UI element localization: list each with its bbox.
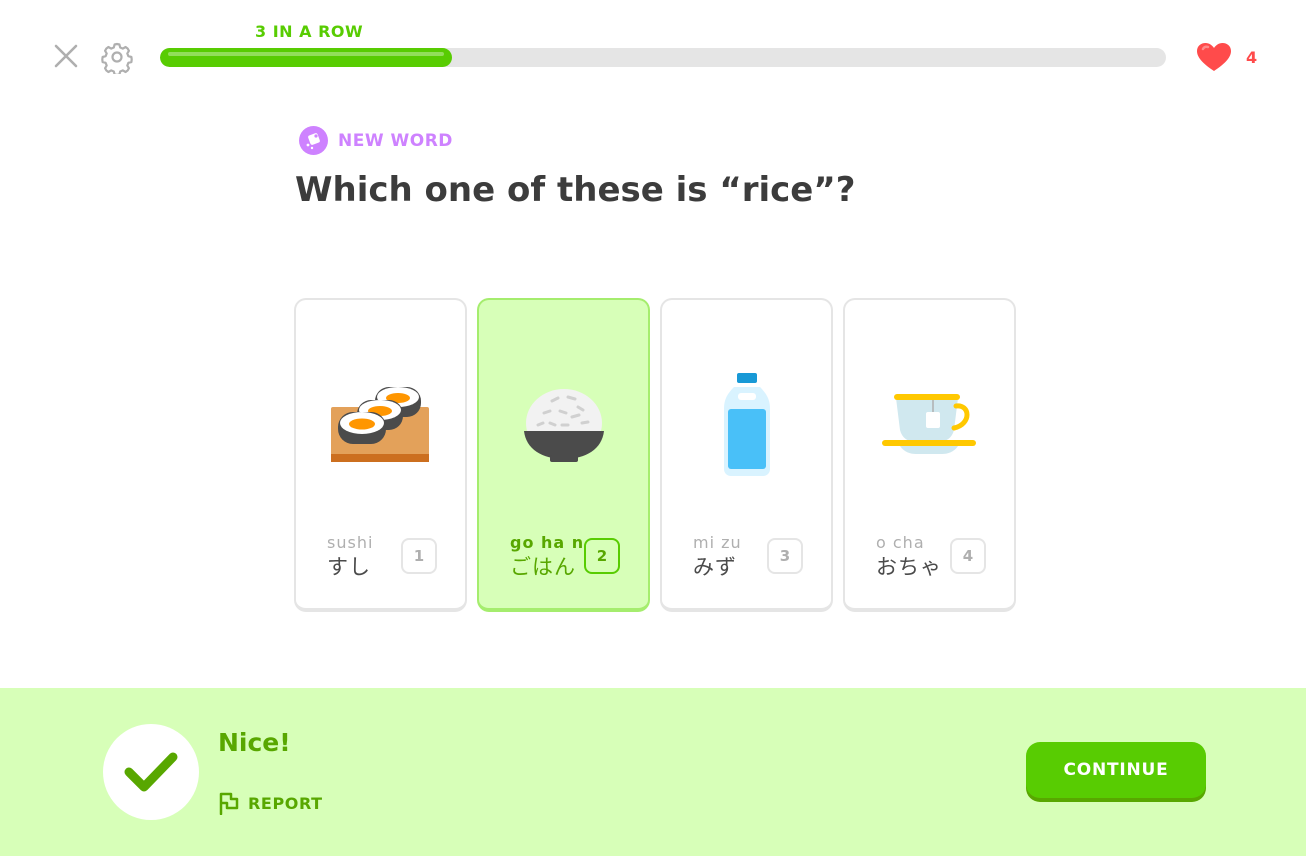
feedback-title: Nice!: [218, 728, 291, 757]
report-label: REPORT: [248, 793, 323, 813]
choice-romaji: sushi: [327, 533, 374, 552]
choice-kana: みず: [693, 555, 737, 579]
choice-key-hint: 2: [584, 538, 620, 574]
choice-card-mizu[interactable]: mi zu みず 3: [660, 298, 833, 612]
choice-key-hint: 3: [767, 538, 803, 574]
streak-label: 3 IN A ROW: [255, 22, 364, 41]
tea-cup-icon: [881, 394, 976, 454]
continue-button[interactable]: CONTINUE: [1026, 742, 1206, 798]
progress-fill: [160, 48, 452, 67]
progress-bar: [160, 48, 1166, 67]
choice-romaji: mi zu: [693, 533, 742, 552]
new-word-icon: [299, 126, 328, 155]
choice-card-sushi[interactable]: sushi すし 1: [294, 298, 467, 612]
choice-card-gohan[interactable]: go ha n ごはん 2: [477, 298, 650, 612]
checkmark-icon: [124, 752, 178, 792]
success-badge: [103, 724, 199, 820]
choice-kana: すし: [327, 555, 371, 579]
settings-button[interactable]: [100, 40, 134, 77]
choice-key-hint: 4: [950, 538, 986, 574]
choice-list: sushi すし 1 go ha n ごはん 2 mi zu みず 3 o ch…: [294, 298, 1016, 612]
choice-key-hint: 1: [401, 538, 437, 574]
flag-icon: [219, 792, 239, 815]
close-icon: [54, 44, 78, 68]
hearts-counter[interactable]: 4: [1196, 42, 1257, 72]
close-button[interactable]: [50, 40, 82, 72]
water-bottle-icon: [723, 373, 770, 476]
challenge-prompt: Which one of these is “rice”?: [295, 170, 856, 210]
report-button[interactable]: REPORT: [218, 791, 323, 815]
progress-shine: [168, 52, 444, 56]
choice-kana: おちゃ: [876, 555, 942, 579]
feedback-banner: Nice! REPORT CONTINUE: [0, 688, 1306, 856]
new-word-badge: NEW WORD: [299, 126, 453, 155]
hearts-count: 4: [1246, 47, 1258, 67]
choice-romaji: o cha: [876, 533, 925, 552]
gear-icon: [101, 42, 133, 77]
choice-kana: ごはん: [510, 555, 576, 579]
choice-romaji: go ha n: [510, 533, 585, 552]
rice-bowl-icon: [523, 389, 604, 462]
sushi-icon: [330, 387, 429, 462]
new-word-label: NEW WORD: [338, 130, 453, 151]
heart-icon: [1197, 43, 1231, 71]
choice-card-ocha[interactable]: o cha おちゃ 4: [843, 298, 1016, 612]
